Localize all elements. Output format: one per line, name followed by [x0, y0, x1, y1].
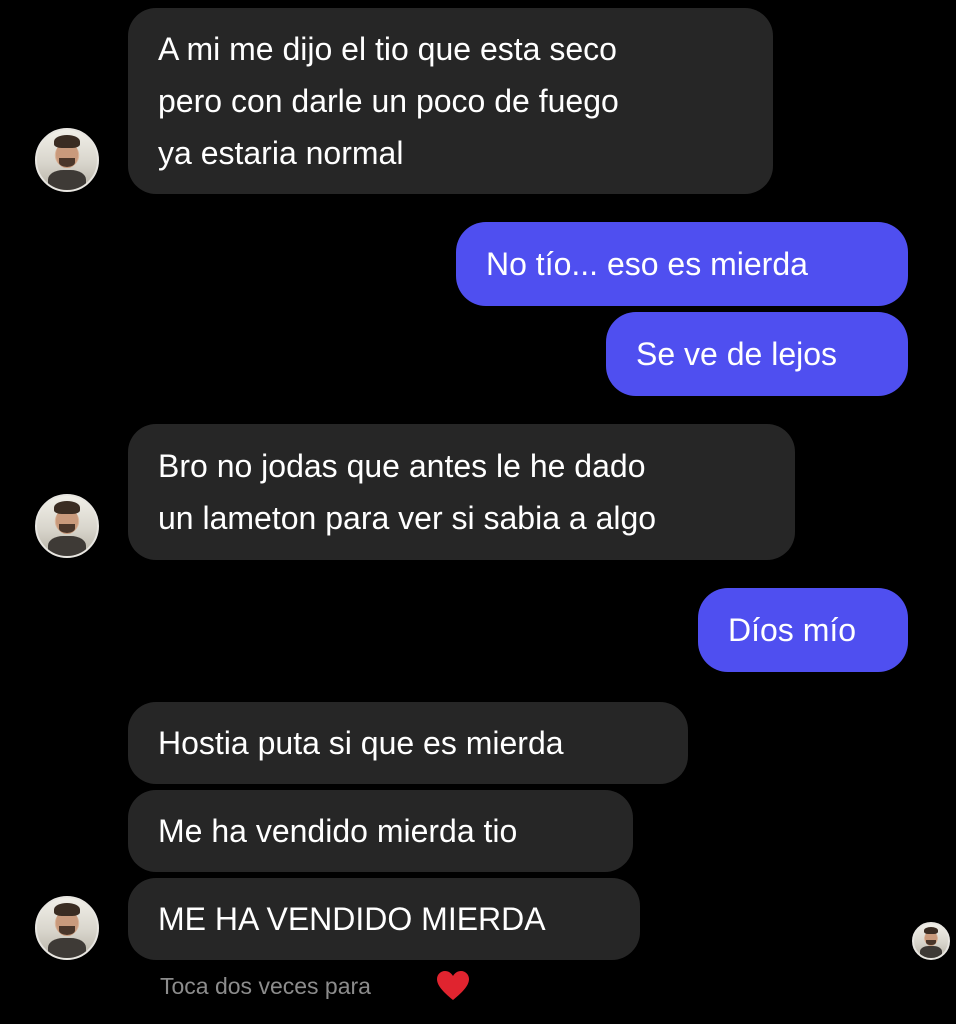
message-bubble-incoming[interactable]: Bro no jodas que antes le he dado un lam…	[128, 424, 795, 560]
message-text: No tío... eso es mierda	[486, 246, 808, 282]
message-text: un lameton para ver si sabia a algo	[158, 500, 657, 536]
message-bubble-outgoing[interactable]: No tío... eso es mierda	[456, 222, 908, 306]
message-bubble-outgoing[interactable]: Se ve de lejos	[606, 312, 908, 396]
contact-avatar[interactable]	[35, 128, 99, 192]
message-bubble-outgoing[interactable]: Díos mío	[698, 588, 908, 672]
double-tap-hint: Toca dos veces para	[160, 973, 371, 999]
heart-icon	[437, 971, 469, 1000]
message-text: Se ve de lejos	[636, 336, 838, 372]
message-bubble-incoming[interactable]: Hostia puta si que es mierda	[128, 702, 688, 784]
contact-avatar[interactable]	[35, 494, 99, 558]
message-text: pero con darle un poco de fuego	[158, 83, 619, 119]
message-text: Díos mío	[728, 612, 857, 648]
read-receipt-avatar	[912, 922, 950, 960]
message-bubble-incoming[interactable]: Me ha vendido mierda tio	[128, 790, 633, 872]
message-bubble-incoming[interactable]: ME HA VENDIDO MIERDA	[128, 878, 640, 960]
message-text: Me ha vendido mierda tio	[158, 813, 518, 849]
message-text: Hostia puta si que es mierda	[158, 725, 564, 761]
message-text: ya estaria normal	[158, 135, 404, 171]
message-text: ME HA VENDIDO MIERDA	[158, 901, 546, 937]
message-bubble-incoming[interactable]: A mi me dijo el tio que esta seco pero c…	[128, 8, 773, 194]
message-text: A mi me dijo el tio que esta seco	[158, 31, 617, 67]
message-text: Bro no jodas que antes le he dado	[158, 448, 646, 484]
contact-avatar[interactable]	[35, 896, 99, 960]
